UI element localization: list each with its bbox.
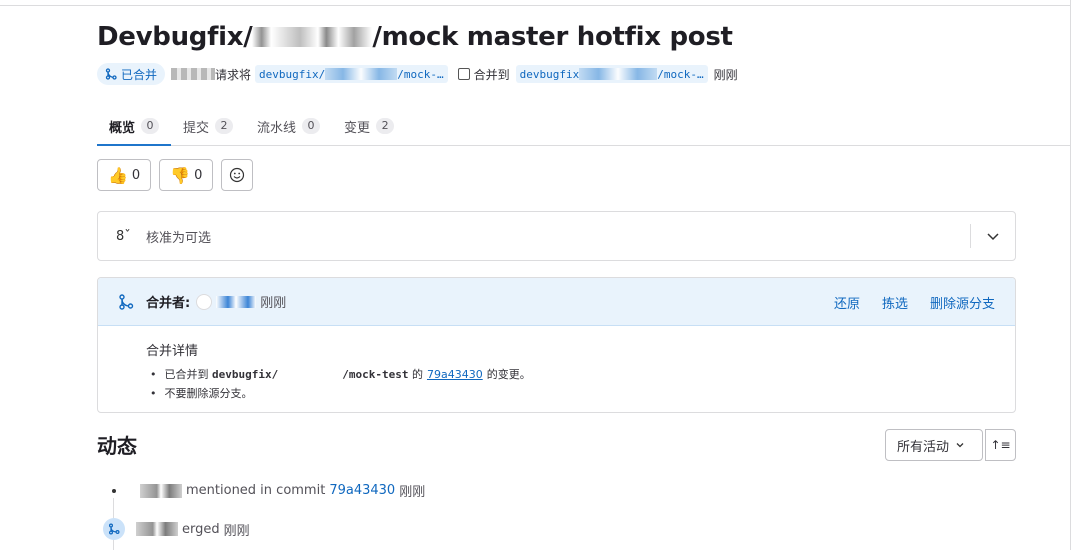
thumbs-down-button[interactable]: 👎 0 (159, 159, 214, 191)
target-branch-suffix: /mock-… (657, 67, 704, 81)
redacted-branch (579, 68, 658, 80)
avatar[interactable] (196, 293, 213, 310)
tab-count: 2 (215, 118, 234, 134)
detail-prefix: 已合并到 (164, 368, 209, 381)
commit-link[interactable]: 79a43430 (427, 365, 483, 384)
detail-branch-b: /mock-test (342, 368, 409, 381)
thumbs-up-button[interactable]: 👍 0 (97, 159, 152, 191)
delete-source-branch-button[interactable]: 删除源分支 (930, 293, 995, 312)
redacted-user (140, 483, 182, 498)
thumbs-up-icon: 👍 (108, 165, 128, 185)
tab-count: 0 (302, 118, 321, 134)
chevron-down-icon[interactable] (985, 228, 1001, 244)
timeline-item: erged 刚刚 (103, 518, 250, 540)
filter-label: 所有活动 (897, 439, 950, 455)
meta-time: 刚刚 (713, 67, 738, 82)
revert-button[interactable]: 还原 (834, 293, 860, 312)
source-branch-prefix: devbugfix/ (259, 67, 326, 81)
timeline-dot-icon (112, 488, 116, 493)
tab-count: 2 (376, 118, 395, 134)
merged-actions: 还原 拣选 删除源分支 (834, 293, 995, 312)
merge-icon (119, 293, 134, 310)
detail-of: 的 (411, 368, 423, 381)
redacted-user (216, 295, 257, 308)
thumbs-down-count: 0 (194, 167, 203, 183)
merged-panel: 合并者: 刚刚 还原 拣选 删除源分支 合并详情 已合并到 devbugfix/… (97, 277, 1016, 413)
smiley-icon (230, 167, 245, 183)
target-branch[interactable]: devbugfix/mock-… (515, 65, 708, 83)
activity-time: 刚刚 (223, 523, 250, 539)
add-reaction-button[interactable] (221, 159, 254, 191)
tab-label: 变更 (344, 120, 371, 136)
commit-link[interactable]: 79a43430 (329, 483, 395, 498)
redacted-author (171, 68, 216, 80)
target-branch-prefix: devbugfix (519, 67, 580, 81)
detail-suffix: 的变更。 (486, 368, 531, 381)
approval-icon: 8ˇ (116, 228, 131, 244)
redacted-branch (325, 68, 398, 80)
detail-branch-a: devbugfix/ (212, 368, 279, 381)
thumbs-up-count: 0 (131, 167, 141, 183)
reactions-row: 👍 0 👎 0 (97, 159, 254, 191)
approval-divider (970, 224, 971, 248)
activity-title: 动态 (97, 434, 137, 458)
merge-request-meta: 已合并 请求将 devbugfix//mock-… 合并到 devbugfix /… (97, 62, 738, 86)
approval-icon-text: 8 (116, 228, 125, 244)
list-item: 已合并到 devbugfix/ /mock-test 的 79a43430的变更。 (150, 365, 1015, 384)
status-badge: 已合并 (97, 63, 166, 85)
page-title: Devbugfix/ /mock master hotfix post (97, 22, 733, 52)
merge-details-heading: 合并详情 (146, 344, 199, 359)
tab-overview[interactable]: 概览 0 (97, 106, 171, 146)
activity-text: mentioned in commit (186, 483, 326, 498)
sort-direction-button[interactable]: ↑≡ (985, 429, 1016, 461)
merge-details: 合并详情 已合并到 devbugfix/ /mock-test 的 79a43430… (98, 326, 1015, 403)
activity-time: 刚刚 (399, 485, 426, 500)
copy-icon[interactable] (457, 68, 470, 80)
chevron-down-icon (956, 443, 964, 448)
request-text: 请求将 (215, 67, 252, 82)
status-badge-label: 已合并 (121, 67, 158, 82)
merged-time: 刚刚 (260, 296, 287, 311)
source-branch-suffix: /mock-… (397, 67, 444, 81)
approval-panel: 8ˇ 核准为可选 (97, 211, 1016, 261)
merge-details-list: 已合并到 devbugfix//mock-test 的79a43430的变更。 … (146, 365, 1015, 403)
cherry-pick-button[interactable]: 拣选 (882, 293, 908, 312)
thumbs-down-icon: 👎 (170, 165, 191, 185)
activity-text: erged (182, 521, 220, 537)
redacted-user (136, 522, 178, 536)
mr-tabs: 概览 0 提交 2 流水线 0 变更 2 (97, 106, 1071, 146)
activity-filter-dropdown[interactable]: 所有活动 (885, 429, 983, 461)
detail-text: 不要删除源分支。 (164, 387, 253, 400)
list-item: 不要删除源分支。 (150, 384, 1015, 403)
merge-icon (103, 518, 125, 540)
tab-label: 流水线 (257, 120, 297, 136)
sort-icon: ↑≡ (990, 438, 1011, 452)
tab-label: 提交 (183, 120, 210, 136)
top-divider (0, 5, 1071, 6)
tab-label: 概览 (109, 120, 136, 136)
tab-count: 0 (141, 118, 160, 134)
merged-header: 合并者: 刚刚 还原 拣选 删除源分支 (98, 278, 1015, 326)
merged-by-label: 合并者: (146, 296, 191, 311)
tab-changes[interactable]: 变更 2 (332, 106, 406, 146)
merge-into-text: 合并到 (473, 67, 510, 82)
merge-icon (105, 68, 117, 80)
redacted-name (252, 27, 373, 47)
title-suffix: /mock master hotfix post (372, 22, 733, 52)
approval-label: 核准为可选 (146, 230, 212, 246)
tab-pipelines[interactable]: 流水线 0 (245, 106, 332, 146)
tab-commits[interactable]: 提交 2 (171, 106, 245, 146)
timeline-item: mentioned in commit 79a43430 刚刚 (108, 481, 425, 500)
title-prefix: Devbugfix/ (97, 22, 253, 52)
source-branch[interactable]: devbugfix/ /mock-… (255, 65, 448, 83)
